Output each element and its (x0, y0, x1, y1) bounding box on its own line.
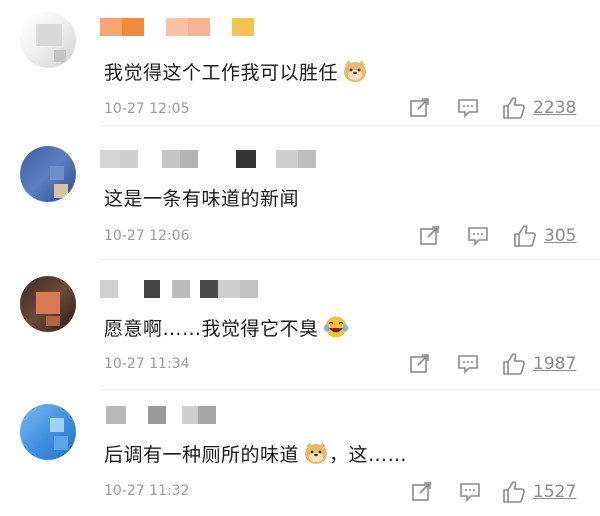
like-count: 305 (544, 226, 577, 246)
timestamp: 10-27 12:06 (104, 228, 190, 244)
timestamp: 10-27 11:34 (104, 356, 190, 372)
timestamp: 10-27 12:05 (104, 101, 190, 117)
doge-emoji (344, 60, 367, 82)
like-icon (503, 97, 525, 119)
comment-icon[interactable] (467, 226, 489, 246)
like-count: 1987 (533, 354, 577, 374)
comment-item: 我觉得这个工作我可以胜任 10-27 12:05 2238 (0, 0, 600, 126)
avatar[interactable] (20, 276, 76, 332)
share-icon[interactable] (409, 354, 431, 374)
like-count: 1527 (533, 482, 577, 502)
comment-icon[interactable] (457, 98, 479, 118)
comment-text: 我觉得这个工作我可以胜任 (104, 58, 368, 85)
comment-text: 愿意啊……我觉得它不臭 (104, 314, 349, 341)
comment-item: 后调有一种厕所的味道 ，这…… 10-27 11:32 1527 (0, 390, 600, 516)
like-count: 2238 (533, 98, 577, 118)
avatar[interactable] (20, 12, 76, 68)
comment-text: 后调有一种厕所的味道 ，这…… (104, 440, 407, 467)
like-icon (503, 481, 525, 503)
comment-text: 这是一条有味道的新闻 (104, 188, 300, 210)
comment-icon[interactable] (457, 354, 479, 374)
avatar[interactable] (20, 404, 76, 460)
like-icon (514, 225, 536, 247)
comment-item: 愿意啊……我觉得它不臭 10-27 11:34 1987 (0, 260, 600, 390)
avatar[interactable] (20, 146, 76, 202)
comment-icon[interactable] (459, 482, 481, 502)
share-icon[interactable] (419, 226, 441, 246)
comment-item: 这是一条有味道的新闻 10-27 12:06 305 (0, 126, 600, 260)
timestamp: 10-27 11:32 (104, 483, 190, 499)
share-icon[interactable] (409, 98, 431, 118)
like-icon (503, 353, 525, 375)
share-icon[interactable] (411, 482, 433, 502)
doge-emoji (305, 442, 328, 464)
laughing-tears-emoji (323, 316, 348, 338)
comment-feed: 我觉得这个工作我可以胜任 10-27 12:05 2238 这是一条有味道的新闻… (0, 0, 600, 516)
